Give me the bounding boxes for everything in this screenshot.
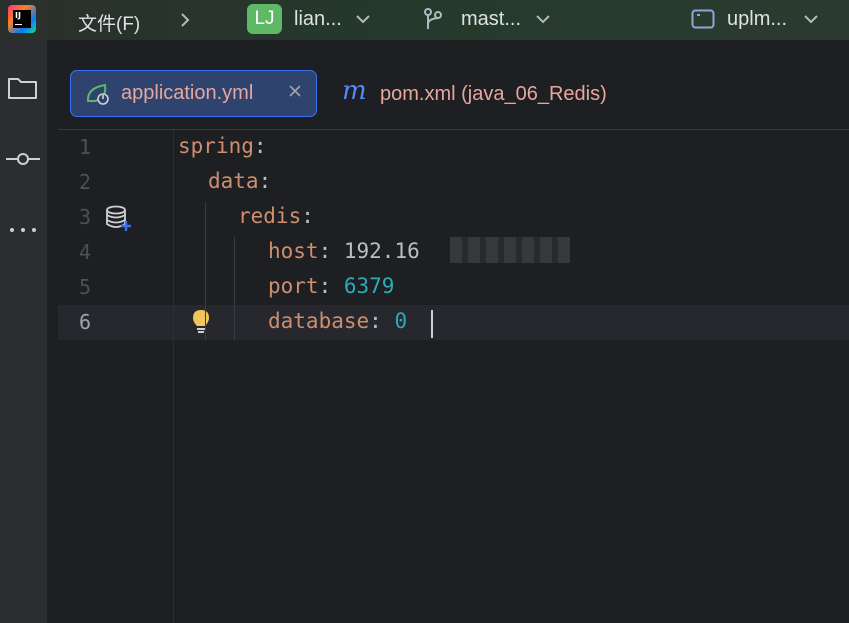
chevron-down-icon[interactable] (803, 13, 819, 25)
git-branch-icon[interactable] (422, 7, 444, 31)
yaml-key: port (268, 274, 319, 298)
yaml-separator: : (301, 204, 314, 228)
file-menu[interactable]: 文件(F) (78, 9, 140, 36)
more-tools-icon[interactable] (6, 215, 40, 245)
line-number: 5 (78, 275, 91, 299)
lightbulb-icon[interactable] (190, 308, 212, 336)
yaml-value: 192.16 (343, 239, 420, 263)
close-icon[interactable] (287, 83, 303, 99)
yaml-key: host (268, 239, 319, 263)
project-folder-icon[interactable] (6, 73, 40, 103)
editor-panel: application.yml m pom.xml (java_06_Redis… (58, 58, 849, 623)
run-config-name[interactable]: uplm... (727, 8, 787, 31)
code-line: spring: (178, 134, 267, 158)
chevron-right-icon[interactable] (178, 11, 192, 29)
commit-icon[interactable] (6, 144, 40, 174)
gutter-separator (173, 130, 174, 623)
indent-guide (205, 202, 206, 340)
yaml-separator: : (318, 239, 344, 263)
yaml-key: redis (238, 204, 302, 228)
code-line: database: 0 (268, 309, 407, 333)
code-editor[interactable]: 1 2 3 4 5 6 spring: data: redis: host: 1… (58, 130, 849, 623)
code-line: data: (208, 169, 271, 193)
line-number: 4 (78, 240, 91, 264)
branch-name[interactable]: mast... (461, 8, 521, 31)
line-number: 3 (78, 205, 91, 229)
chevron-down-icon[interactable] (355, 13, 371, 25)
run-config-icon[interactable] (691, 9, 715, 29)
text-caret (431, 310, 433, 338)
indent-guide (234, 237, 235, 340)
current-line-highlight (58, 305, 849, 340)
yaml-key: data (208, 169, 259, 193)
yaml-value-number: 0 (394, 309, 408, 333)
line-number-current: 6 (78, 310, 91, 334)
yaml-separator: : (318, 274, 344, 298)
maven-icon: m (342, 76, 367, 106)
project-avatar[interactable]: LJ (247, 4, 282, 34)
code-line: redis: (238, 204, 314, 228)
database-add-icon[interactable] (105, 204, 133, 232)
chevron-down-icon[interactable] (535, 13, 551, 25)
yaml-separator: : (258, 169, 272, 193)
redacted-text (450, 237, 570, 263)
tab-application-yml[interactable]: application.yml (70, 70, 317, 117)
yaml-separator: : (369, 309, 395, 333)
tab-label: application.yml (121, 82, 254, 104)
tab-label: pom.xml (java_06_Redis) (380, 83, 607, 105)
spring-boot-config-icon (86, 83, 109, 105)
yaml-separator: : (253, 134, 267, 158)
yaml-key: spring (178, 134, 254, 158)
editor-tabs: application.yml m pom.xml (java_06_Redis… (58, 58, 849, 130)
project-name[interactable]: lian... (294, 8, 342, 31)
tool-window-strip (0, 40, 48, 623)
intellij-logo-icon[interactable]: IJ (8, 5, 36, 33)
yaml-key: database (268, 309, 370, 333)
yaml-value-number: 6379 (343, 274, 395, 298)
code-line: port: 6379 (268, 274, 394, 298)
title-bar: IJ 文件(F) LJ lian... mast... uplm... (0, 0, 849, 40)
line-number: 2 (78, 170, 91, 194)
line-number: 1 (78, 135, 91, 159)
code-line: host: 192.16 (268, 239, 420, 263)
